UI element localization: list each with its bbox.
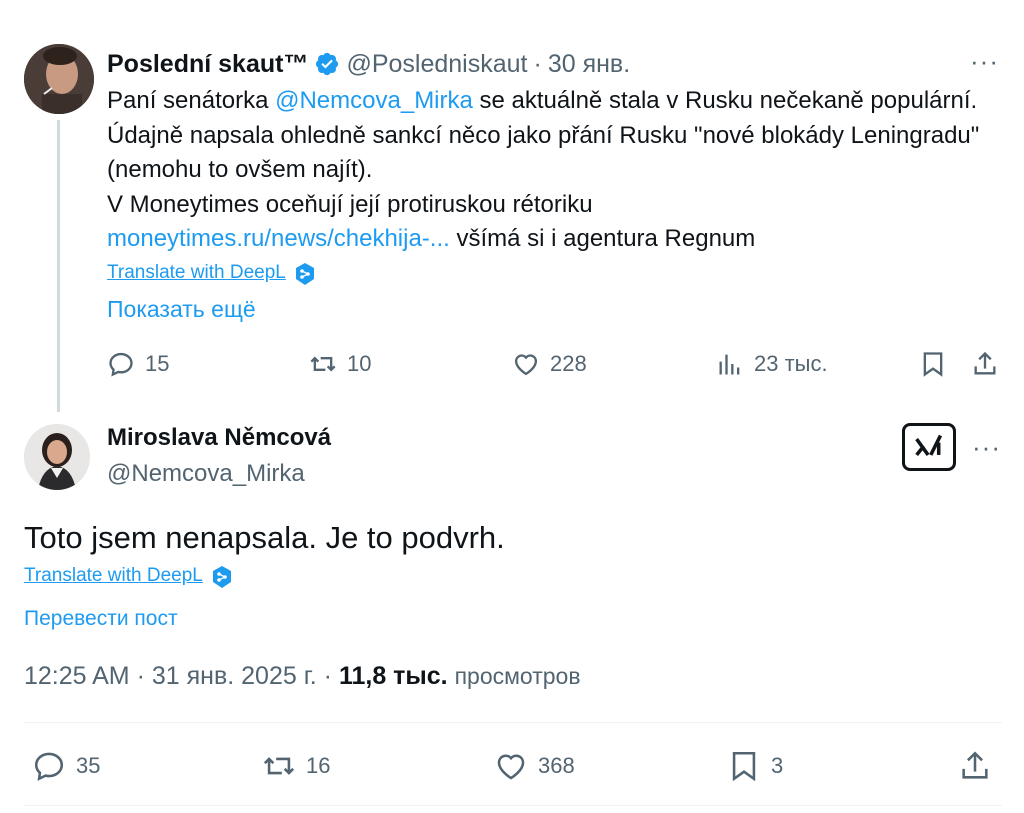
parent-tweet-text: Paní senátorka @Nemcova_Mirka se aktuáln… <box>107 84 987 257</box>
views-count: 23 тыс. <box>754 351 828 376</box>
views-button[interactable]: 23 тыс. <box>716 346 828 382</box>
reply-handle[interactable]: @Nemcova_Mirka <box>107 460 305 488</box>
bookmark-icon <box>732 751 756 782</box>
reply-count: 15 <box>145 351 170 376</box>
parent-translate: Translate with DeepL <box>107 262 316 285</box>
repost-count: 10 <box>347 351 372 376</box>
bookmark-icon <box>923 352 943 377</box>
bookmark-count: 3 <box>771 753 784 778</box>
reply-icon <box>109 352 133 377</box>
repost-count-2: 16 <box>306 753 331 778</box>
like-button[interactable]: 228 <box>512 346 587 382</box>
reply-icon <box>34 752 64 781</box>
divider <box>24 722 1002 723</box>
parent-avatar[interactable] <box>24 44 94 114</box>
reply-more-icon[interactable]: ··· <box>972 432 1001 463</box>
like-count-2: 368 <box>538 753 575 778</box>
meta-sep-2: · <box>323 662 332 690</box>
parent-text-4: všímá si i agentura Regnum <box>449 225 756 252</box>
repost-icon <box>263 757 295 775</box>
like-icon <box>497 754 525 780</box>
more-icon[interactable]: ··· <box>970 46 999 77</box>
share-button-2[interactable] <box>958 746 992 786</box>
translate-post-link[interactable]: Перевести пост <box>24 607 178 631</box>
views-total: 11,8 тыс. <box>338 662 448 690</box>
parent-text-3: V Moneytimes oceňují její protiruskou ré… <box>107 190 593 218</box>
like-icon <box>514 354 538 376</box>
verified-badge-icon <box>314 51 340 77</box>
views-label: просмотров <box>454 663 581 689</box>
deepl-icon <box>294 262 316 285</box>
deepl-icon <box>211 565 233 588</box>
reply-avatar[interactable] <box>24 424 90 490</box>
parent-text-1: Paní senátorka <box>107 87 276 114</box>
reply-button-2[interactable]: 35 <box>32 746 100 786</box>
share-icon <box>974 351 996 375</box>
reply-translate: Translate with DeepL <box>24 565 233 588</box>
share-button[interactable] <box>971 346 999 382</box>
repost-icon <box>310 356 336 372</box>
views-icon <box>719 354 740 375</box>
bookmark-button[interactable] <box>919 346 947 382</box>
reply-button[interactable]: 15 <box>107 346 169 382</box>
meta-sep-1: · <box>136 662 145 690</box>
parent-header: Poslední skaut™ @Posledniskaut · 30 янв. <box>107 47 630 81</box>
reply-count-2: 35 <box>76 753 101 778</box>
parent-author-name[interactable]: Poslední skaut™ <box>107 50 308 79</box>
like-button-2[interactable]: 368 <box>494 746 575 786</box>
tweet-date[interactable]: 31 янв. 2025 г. <box>152 662 317 690</box>
share-icon <box>962 751 988 779</box>
grok-icon[interactable] <box>902 423 956 471</box>
repost-button-2[interactable]: 16 <box>262 746 330 786</box>
repost-button[interactable]: 10 <box>309 346 371 382</box>
tweet-time[interactable]: 12:25 AM <box>24 662 130 690</box>
translate-deepl-link-2[interactable]: Translate with DeepL <box>24 565 203 587</box>
parent-handle[interactable]: @Posledniskaut <box>346 50 527 79</box>
parent-date[interactable]: 30 янв. <box>548 50 630 79</box>
divider-bottom <box>24 805 1002 806</box>
bookmark-button-2[interactable]: 3 <box>727 746 783 786</box>
reply-author-name[interactable]: Miroslava Němcová <box>107 424 331 452</box>
moneytimes-link[interactable]: moneytimes.ru/news/chekhija-... <box>107 225 450 252</box>
translate-deepl-link[interactable]: Translate with DeepL <box>107 262 286 284</box>
header-separator: · <box>533 49 542 78</box>
reply-tweet-text: Toto jsem nenapsala. Je to podvrh. <box>24 520 505 555</box>
show-more-link[interactable]: Показать ещё <box>107 296 256 323</box>
like-count: 228 <box>550 351 587 376</box>
thread-line <box>57 120 60 412</box>
tweet-meta: 12:25 AM · 31 янв. 2025 г. · 11,8 тыс. п… <box>24 662 581 691</box>
mention-link[interactable]: @Nemcova_Mirka <box>275 87 473 114</box>
